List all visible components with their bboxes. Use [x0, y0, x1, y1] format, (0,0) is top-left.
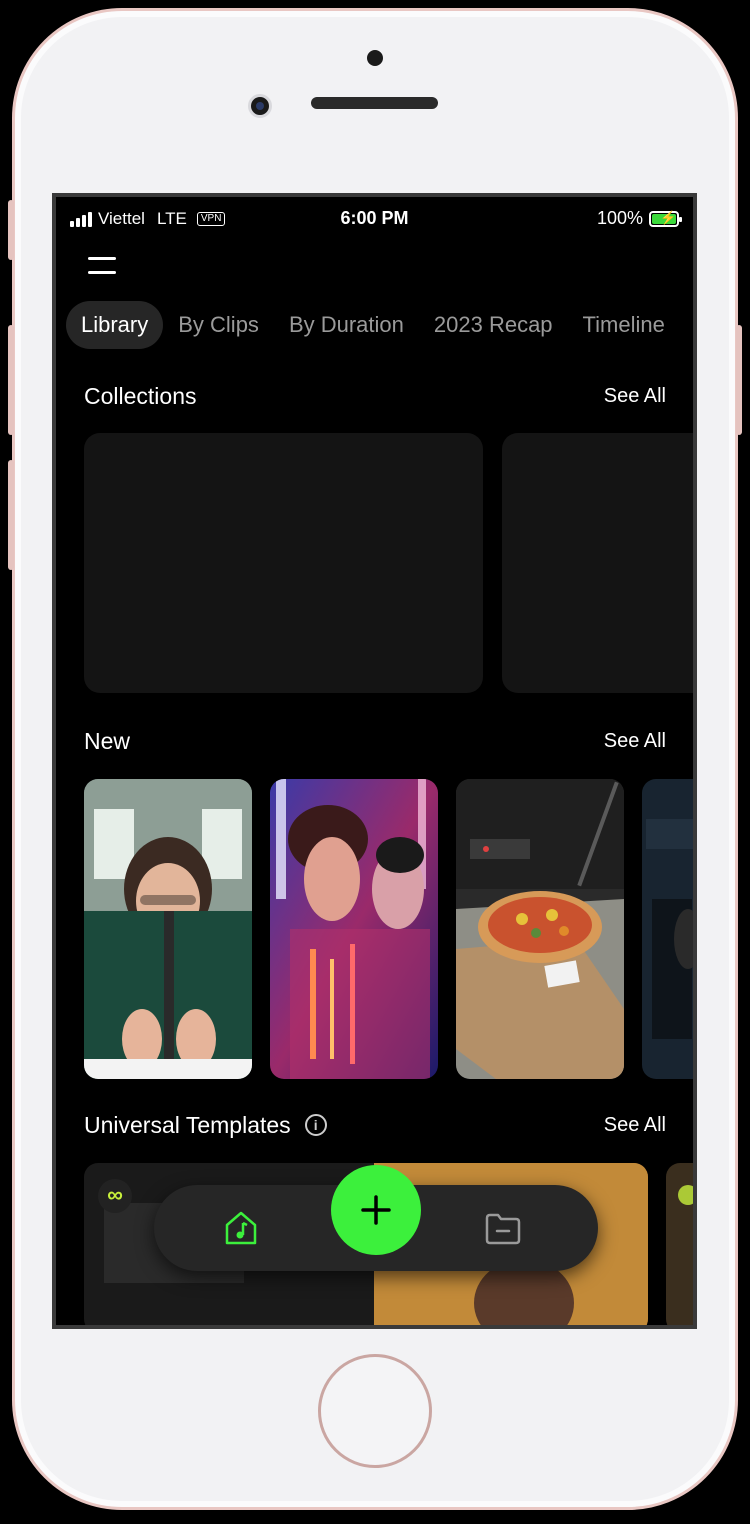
- universal-templates-title: Universal Templates i: [84, 1112, 327, 1139]
- add-button[interactable]: [331, 1165, 421, 1255]
- battery-percent: 100%: [596, 208, 643, 228]
- new-title: New: [84, 728, 131, 754]
- phone-volume-down: [8, 460, 14, 570]
- front-camera: [248, 94, 272, 118]
- phone-silent-switch: [8, 200, 14, 260]
- tab-by-duration[interactable]: By Duration: [274, 301, 419, 349]
- new-see-all-button[interactable]: See All: [604, 730, 666, 753]
- plus-icon: [361, 1195, 391, 1225]
- collection-card[interactable]: [502, 433, 693, 693]
- new-video-thumbnail[interactable]: [270, 779, 438, 1079]
- phone-volume-up: [8, 325, 14, 435]
- proximity-sensor: [367, 50, 383, 66]
- app-screen: Viettel LTE VPN 6:00 PM 100% ⚡ Library B…: [52, 193, 697, 1329]
- infinity-badge: ∞: [98, 1179, 132, 1213]
- folder-icon[interactable]: [484, 1209, 522, 1247]
- tab-2023-recap[interactable]: 2023 Recap: [419, 301, 568, 349]
- battery-icon: ⚡: [649, 210, 682, 227]
- collection-card[interactable]: [84, 433, 483, 693]
- home-icon[interactable]: [222, 1209, 260, 1247]
- new-video-thumbnail[interactable]: [456, 779, 624, 1079]
- hamburger-menu-icon[interactable]: [88, 253, 118, 275]
- home-button[interactable]: [318, 1354, 432, 1468]
- collections-see-all-button[interactable]: See All: [604, 385, 666, 408]
- templates-see-all-button[interactable]: See All: [604, 1114, 666, 1137]
- tab-library[interactable]: Library: [66, 301, 164, 349]
- new-video-thumbnail[interactable]: [84, 779, 252, 1079]
- tab-timeline[interactable]: Timeline: [568, 301, 680, 349]
- tab-bar: Library By Clips By Duration 2023 Recap …: [66, 301, 680, 349]
- templates-title-text: Universal Templates: [84, 1112, 291, 1138]
- tab-by-clips[interactable]: By Clips: [163, 301, 274, 349]
- collections-title: Collections: [84, 383, 197, 409]
- new-video-thumbnail[interactable]: [642, 779, 693, 1079]
- status-bar: Viettel LTE VPN 6:00 PM 100% ⚡: [56, 197, 693, 241]
- info-icon[interactable]: i: [304, 1113, 327, 1136]
- template-card[interactable]: [666, 1163, 693, 1325]
- phone-power-button: [736, 325, 742, 435]
- earpiece-speaker: [311, 97, 438, 109]
